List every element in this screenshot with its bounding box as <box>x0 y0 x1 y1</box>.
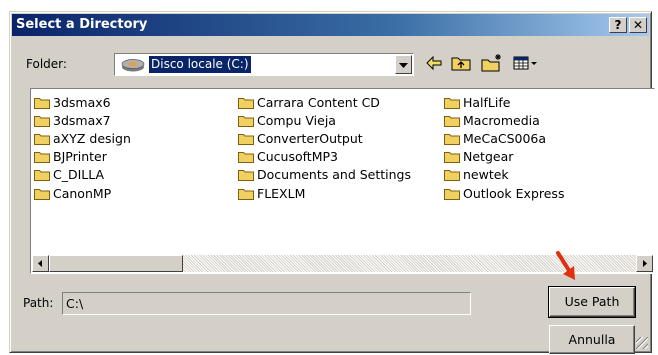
up-folder-icon[interactable] <box>450 52 472 74</box>
scrollbar-thumb[interactable] <box>49 255 183 272</box>
directory-name: Netgear <box>463 149 514 165</box>
folder-icon <box>444 97 460 109</box>
list-item[interactable]: newtek <box>444 166 564 184</box>
directory-name: ConverterOutput <box>257 130 363 146</box>
help-button[interactable]: ? <box>609 17 627 33</box>
directory-name: MeCaCS006a <box>463 130 547 146</box>
directory-name: C_DILLA <box>53 167 105 183</box>
directory-name: HalfLife <box>463 94 511 110</box>
list-item[interactable]: Carrara Content CD <box>238 93 411 111</box>
window-title: Select a Directory <box>16 17 148 32</box>
directory-name: CanonMP <box>53 185 112 201</box>
folder-icon <box>444 152 460 164</box>
folder-icon <box>238 133 254 145</box>
directory-column-1: 3dsmax6 3dsmax7 aXYZ design BJPrinter C_… <box>34 93 131 202</box>
directory-name: BJPrinter <box>53 149 107 165</box>
title-bar[interactable]: Select a Directory ? ✕ <box>12 14 649 36</box>
list-item[interactable]: HalfLife <box>444 93 564 111</box>
directory-name: CucusoftMP3 <box>257 149 338 165</box>
directory-name: 3dsmax7 <box>53 112 111 128</box>
resize-grip[interactable] <box>636 337 648 349</box>
folder-icon <box>34 170 50 182</box>
directory-name: FLEXLM <box>257 185 306 201</box>
view-menu-icon[interactable] <box>512 52 540 74</box>
hard-drive-icon <box>121 59 145 72</box>
back-arrow-icon[interactable] <box>424 52 444 74</box>
chevron-down-icon <box>399 63 408 68</box>
folder-icon <box>238 188 254 200</box>
list-item[interactable]: FLEXLM <box>238 184 411 202</box>
list-item[interactable]: 3dsmax7 <box>34 111 131 129</box>
folder-icon <box>34 152 50 164</box>
directory-name: aXYZ design <box>53 130 131 146</box>
folder-label: Folder: <box>26 57 67 71</box>
list-item[interactable]: BJPrinter <box>34 148 131 166</box>
directory-column-3: HalfLife Macromedia MeCaCS006a Netgear n… <box>444 93 564 202</box>
list-item[interactable]: Compu Vieja <box>238 111 411 129</box>
folder-icon <box>238 97 254 109</box>
use-path-button[interactable]: Use Path <box>548 286 636 318</box>
close-button[interactable]: ✕ <box>629 17 647 33</box>
folder-icon <box>444 115 460 127</box>
folder-combo-value: Disco locale (C:) <box>148 55 252 74</box>
folder-icon <box>34 97 50 109</box>
chevron-left-icon <box>38 260 42 267</box>
folder-combobox[interactable]: Disco locale (C:) <box>114 53 414 76</box>
path-label: Path: <box>23 296 54 310</box>
folder-icon <box>444 188 460 200</box>
directory-name: Documents and Settings <box>257 167 412 183</box>
list-item[interactable]: 3dsmax6 <box>34 93 131 111</box>
scroll-left-button[interactable] <box>32 255 49 272</box>
chevron-right-icon <box>643 260 647 267</box>
path-input[interactable]: C:\ <box>62 292 471 315</box>
folder-icon <box>444 170 460 182</box>
folder-icon <box>444 133 460 145</box>
list-item[interactable]: Outlook Express <box>444 184 564 202</box>
annotation-arrow-icon <box>556 251 575 280</box>
directory-name: Macromedia <box>463 112 540 128</box>
list-item[interactable]: aXYZ design <box>34 129 131 147</box>
folder-icon <box>238 170 254 182</box>
folder-dropdown-button[interactable] <box>395 55 412 74</box>
directory-name: Outlook Express <box>463 185 565 201</box>
new-folder-icon[interactable] <box>480 52 504 74</box>
directory-name: newtek <box>463 167 509 183</box>
list-item[interactable]: Documents and Settings <box>238 166 411 184</box>
list-item[interactable]: ConverterOutput <box>238 129 411 147</box>
list-item[interactable]: MeCaCS006a <box>444 129 564 147</box>
folder-icon <box>34 133 50 145</box>
cancel-button[interactable]: Annulla <box>549 325 635 354</box>
list-item[interactable]: CanonMP <box>34 184 131 202</box>
folder-icon <box>34 115 50 127</box>
folder-icon <box>34 188 50 200</box>
directory-column-2: Carrara Content CD Compu Vieja Converter… <box>238 93 411 202</box>
directory-list[interactable]: 3dsmax6 3dsmax7 aXYZ design BJPrinter C_… <box>30 88 655 274</box>
folder-icon <box>238 152 254 164</box>
list-item[interactable]: Netgear <box>444 148 564 166</box>
list-item[interactable]: C_DILLA <box>34 166 131 184</box>
list-item[interactable]: Macromedia <box>444 111 564 129</box>
folder-icon <box>238 115 254 127</box>
directory-name: Compu Vieja <box>257 112 336 128</box>
list-item[interactable]: CucusoftMP3 <box>238 148 411 166</box>
directory-name: 3dsmax6 <box>53 94 111 110</box>
select-directory-dialog: Select a Directory ? ✕ Folder: Disco loc… <box>9 11 655 354</box>
directory-name: Carrara Content CD <box>257 94 380 110</box>
scroll-right-button[interactable] <box>636 255 653 272</box>
